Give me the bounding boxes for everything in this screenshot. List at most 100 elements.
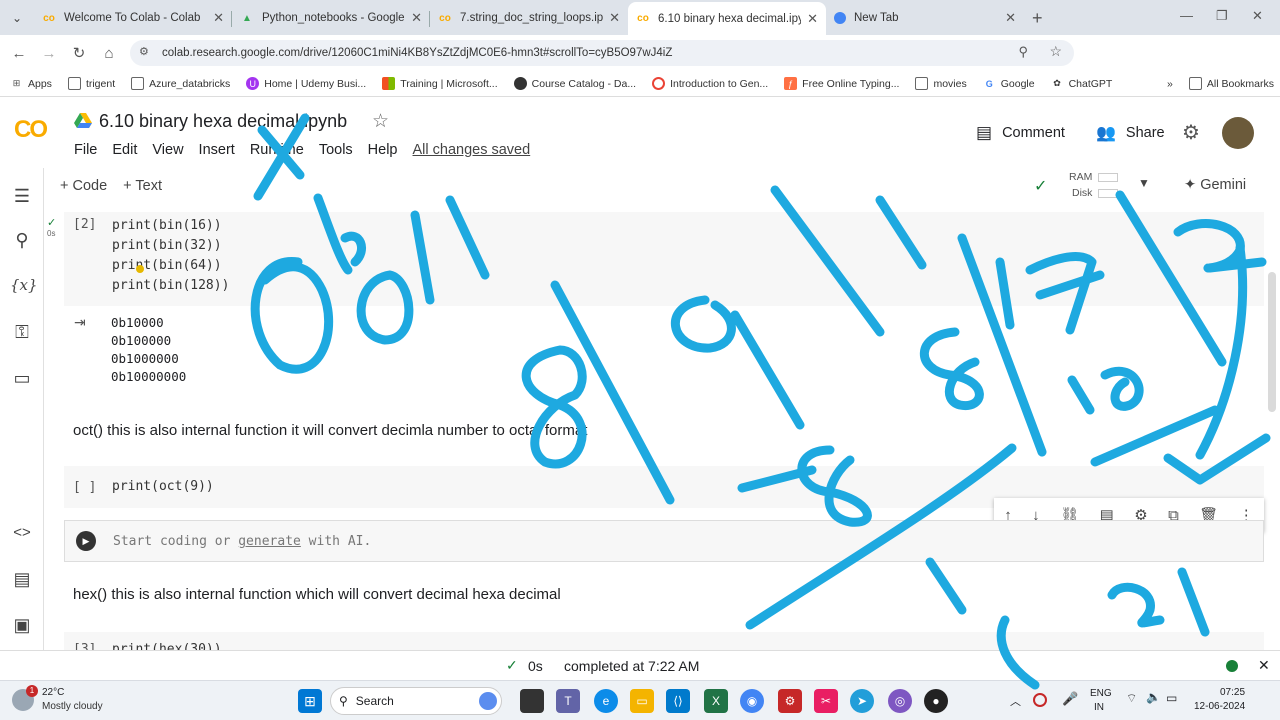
obs-icon[interactable]: ● (924, 689, 948, 713)
command-palette-icon[interactable]: ▤ (10, 569, 34, 593)
zoom-icon[interactable]: ⚲ (1018, 44, 1028, 60)
menu-edit[interactable]: Edit (112, 142, 137, 158)
table-of-contents-icon[interactable]: ☰ (10, 186, 34, 210)
cell-placeholder[interactable]: Start coding or generate with AI. (113, 532, 371, 552)
variables-icon[interactable]: {x} (10, 276, 38, 300)
back-arrow-icon[interactable]: ← (4, 45, 34, 62)
maximize-icon[interactable]: ❐ (1216, 8, 1228, 24)
menu-help[interactable]: Help (368, 142, 398, 158)
menu-tools[interactable]: Tools (319, 142, 353, 158)
browser-tab-1[interactable]: co Welcome To Colab - Colab ✕ (34, 3, 232, 33)
vscode-icon[interactable]: ⟨⟩ (666, 689, 690, 713)
text-cell-oct[interactable]: oct() this is also internal function it … (73, 422, 587, 439)
clock-time[interactable]: 07:25 (1220, 687, 1245, 698)
colab-logo[interactable]: CO (14, 116, 48, 144)
comment-button[interactable]: ▤ Comment (976, 123, 1065, 143)
run-cell-button[interactable]: ▶ (76, 531, 96, 551)
status-text[interactable]: completed at 7:22 AM (564, 658, 699, 674)
bookmark-typing[interactable]: ƒ Free Online Typing... (784, 77, 899, 90)
address-bar[interactable]: ⚙ colab.research.google.com/drive/12060C… (130, 40, 1074, 66)
taskbar-search[interactable]: ⚲ Search (330, 687, 502, 715)
reload-icon[interactable]: ↻ (64, 44, 94, 62)
notebook-title[interactable]: 6.10 binary hexa decimal.ipynb (99, 111, 347, 132)
code-editor[interactable]: print(bin(16)) print(bin(32)) print(bin(… (112, 216, 229, 296)
code-line[interactable]: print(hex(30)) (112, 640, 222, 650)
bookmark-star-icon[interactable]: ☆ (1049, 43, 1062, 60)
add-text-button[interactable]: + Text (123, 178, 162, 194)
menu-view[interactable]: View (152, 142, 183, 158)
menu-file[interactable]: File (74, 142, 97, 158)
menu-runtime[interactable]: Runtime (250, 142, 304, 158)
key-icon[interactable]: ⚿ (10, 322, 34, 346)
site-info-icon[interactable]: ⚙ (139, 45, 154, 60)
volume-icon[interactable]: 🔈 (1146, 690, 1161, 704)
task-view-icon[interactable] (520, 689, 544, 713)
gemini-button[interactable]: ✦ Gemini (1184, 177, 1246, 193)
resource-monitor[interactable]: ✓ RAM Disk ▼ (1034, 170, 1150, 202)
browser-tab-3[interactable]: co 7.string_doc_string_loops.ipynb ✕ (430, 3, 628, 33)
all-bookmarks[interactable]: All Bookmarks (1188, 77, 1274, 90)
bookmark-microsoft[interactable]: Training | Microsoft... (382, 77, 498, 90)
bookmark-azure[interactable]: Azure_databricks (131, 77, 230, 90)
menu-insert[interactable]: Insert (199, 142, 235, 158)
avatar[interactable] (1222, 117, 1254, 149)
browser-tab-2[interactable]: ▲ Python_notebooks - Google Dr ✕ (232, 3, 430, 33)
generate-link[interactable]: generate (238, 534, 301, 549)
code-cell-hex[interactable]: [3] print(hex(30)) (64, 632, 1264, 650)
new-tab-button[interactable]: + (1032, 8, 1043, 29)
telegram-icon[interactable]: ➤ (850, 689, 874, 713)
exec-count[interactable]: [ ] (73, 480, 96, 495)
file-explorer-icon[interactable]: ▭ (630, 689, 654, 713)
text-cell-hex[interactable]: hex() this is also internal function whi… (73, 586, 561, 603)
chevron-down-icon[interactable]: ▼ (1138, 176, 1150, 190)
search-icon[interactable]: ⚲ (10, 230, 34, 254)
app-purple-icon[interactable]: ◎ (888, 689, 912, 713)
excel-icon[interactable]: X (704, 689, 728, 713)
save-status[interactable]: All changes saved (413, 142, 531, 158)
tab-search-chevron-icon[interactable]: ⌄ (0, 0, 34, 35)
microphone-icon[interactable]: 🎤 (1062, 691, 1078, 707)
output-menu-icon[interactable]: ⇥ (74, 314, 86, 331)
clock-date[interactable]: 12-06-2024 (1194, 701, 1245, 712)
files-folder-icon[interactable]: ▭ (10, 368, 34, 392)
code-cell-bin[interactable]: [2] print(bin(16)) print(bin(32)) print(… (64, 212, 1264, 306)
close-icon[interactable]: ✕ (609, 10, 620, 26)
wifi-icon[interactable]: ⌔ (1126, 691, 1137, 706)
close-icon[interactable]: ✕ (213, 10, 224, 26)
code-snippets-icon[interactable]: <> (10, 524, 34, 548)
language-label[interactable]: ENG (1090, 688, 1112, 699)
bookmarks-overflow-icon[interactable]: » (1167, 78, 1173, 90)
add-code-button[interactable]: + Code (60, 178, 107, 194)
close-icon[interactable]: ✕ (411, 10, 422, 26)
bookmark-movies[interactable]: movies (915, 77, 967, 90)
close-icon[interactable]: ✕ (807, 11, 818, 27)
snipping-tool-icon[interactable]: ✂ (814, 689, 838, 713)
minimize-icon[interactable]: — (1180, 8, 1193, 23)
close-status-icon[interactable]: ✕ (1258, 657, 1270, 674)
browser-tab-5[interactable]: New Tab ✕ (826, 3, 1024, 33)
drive-icon[interactable] (74, 112, 92, 130)
bookmark-course-catalog[interactable]: Course Catalog - Da... (513, 77, 636, 90)
bookmark-trigent[interactable]: trigent (67, 77, 115, 90)
teams-icon[interactable]: T (556, 689, 580, 713)
home-icon[interactable]: ⌂ (94, 45, 124, 62)
terminal-icon[interactable]: ▣ (10, 615, 34, 639)
star-icon[interactable]: ☆ (372, 110, 389, 133)
forward-arrow-icon[interactable]: → (34, 45, 64, 62)
edge-icon[interactable]: e (594, 689, 618, 713)
settings-gear-icon[interactable]: ⚙ (1182, 120, 1200, 145)
close-window-icon[interactable]: ✕ (1252, 8, 1263, 24)
bookmark-google[interactable]: G Google (983, 77, 1035, 90)
language-region[interactable]: IN (1094, 702, 1104, 713)
code-line[interactable]: print(oct(9)) (112, 477, 214, 497)
bookmark-introduction[interactable]: Introduction to Gen... (652, 77, 768, 90)
code-cell-empty[interactable]: ▶ Start coding or generate with AI. (64, 520, 1264, 562)
bookmark-apps[interactable]: ⊞ Apps (10, 77, 52, 90)
scrollbar[interactable] (1268, 272, 1276, 412)
bookmark-udemy[interactable]: U Home | Udemy Busi... (246, 77, 366, 90)
windows-start-icon[interactable]: ⊞ (298, 689, 322, 713)
app-red-icon[interactable]: ⚙ (778, 689, 802, 713)
bookmark-chatgpt[interactable]: ✿ ChatGPT (1051, 77, 1112, 90)
close-icon[interactable]: ✕ (1005, 10, 1016, 26)
share-button[interactable]: 👥 Share (1096, 123, 1165, 143)
